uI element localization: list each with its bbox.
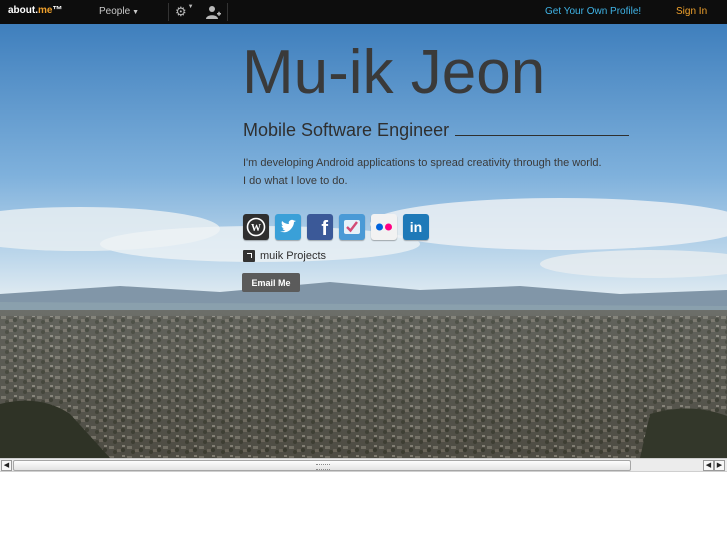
facebook-icon[interactable]: f [307,214,333,240]
profile-background: Mu-ik Jeon Mobile Software Engineer I'm … [0,24,727,458]
about-me-logo[interactable]: about.me™ [8,5,62,16]
get-profile-link[interactable]: Get Your Own Profile! [545,6,641,17]
divider [168,3,169,21]
chevron-down-icon: ▼ [132,9,140,16]
website-link-label: muik Projects [260,250,327,262]
headline-text: Mobile Software Engineer [243,120,450,140]
email-me-button[interactable]: Email Me [242,273,300,292]
profile-bio: I'm developing Android applications to s… [243,154,602,190]
social-links: W f in [243,214,429,240]
people-label: People [99,6,131,17]
scroll-left-button[interactable]: ◀ [1,460,12,471]
profile-name: Mu-ik Jeon [242,38,546,107]
people-menu[interactable]: People ▼ [99,6,139,17]
flickr-icon[interactable] [371,214,397,240]
logo-accent: me [38,5,53,16]
linkedin-icon[interactable]: in [403,214,429,240]
gear-icon: ⚙ [175,4,187,19]
wordpress-icon[interactable]: W [243,214,269,240]
horizontal-scrollbar[interactable]: ◀ ◀ ▶ [0,458,727,472]
twitter-icon[interactable] [275,214,301,240]
svg-text:W: W [251,223,261,234]
external-link-icon [243,250,255,262]
headline-underline [455,135,630,136]
logo-text: about. [8,5,38,16]
bio-line: I'm developing Android applications to s… [243,157,602,169]
scrollbar-thumb[interactable] [13,460,631,471]
logo-tm: ™ [52,5,63,16]
foursquare-icon[interactable] [339,214,365,240]
scroll-right-button[interactable]: ▶ [714,460,725,471]
scroll-left-button[interactable]: ◀ [703,460,714,471]
top-nav-bar: about.me™ People ▼ ⚙▼ Get Your Own Profil… [0,0,727,24]
chevron-down-icon: ▼ [187,4,194,10]
profile-headline: Mobile Software Engineer [243,120,630,141]
divider [227,3,228,21]
sign-in-link[interactable]: Sign In [676,6,707,17]
bio-line: I do what I love to do. [243,175,348,187]
grip-icon [316,464,330,470]
settings-menu[interactable]: ⚙▼ [175,4,194,20]
website-link[interactable]: muik Projects [243,250,326,262]
add-user-icon[interactable] [205,4,221,20]
